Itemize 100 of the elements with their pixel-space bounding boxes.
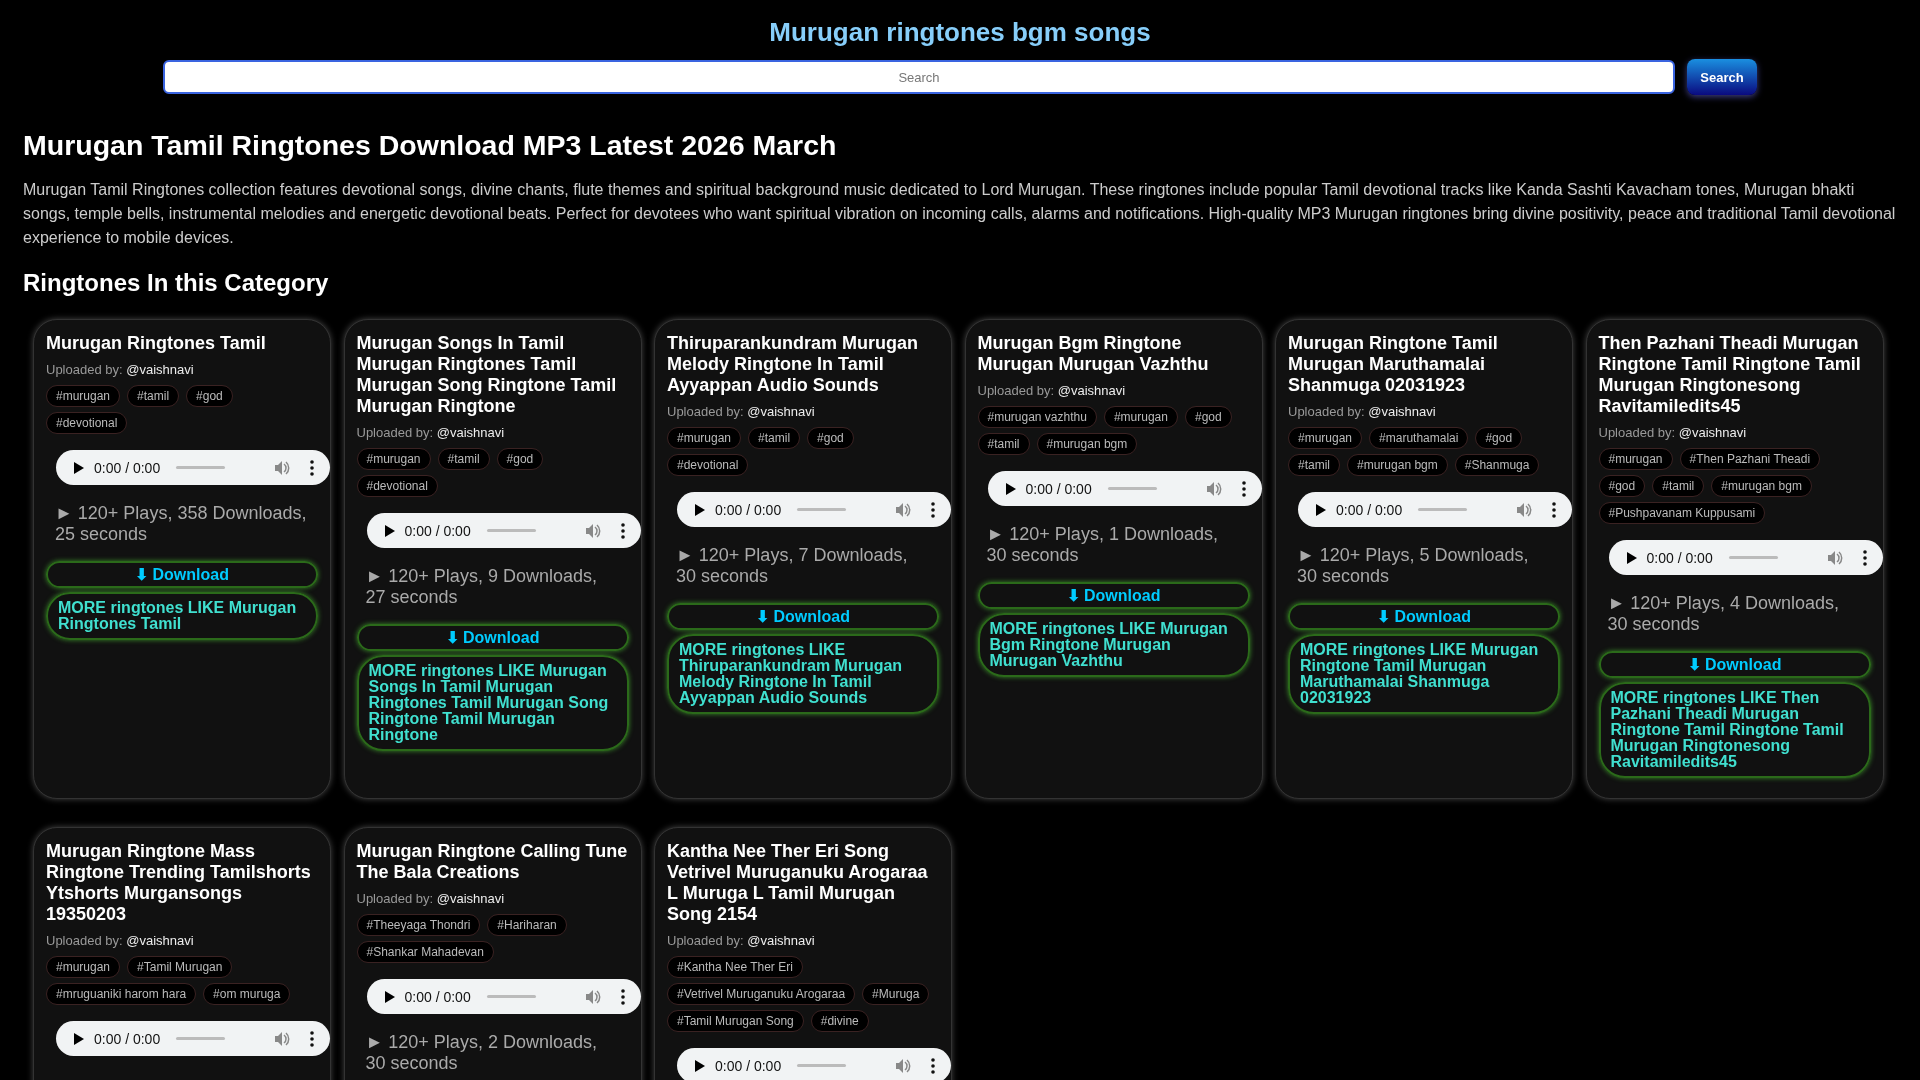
more-ringtones-link[interactable]: MORE ringtones LIKE Murugan Ringtones Tamil [46,592,318,640]
volume-icon[interactable] [895,1057,911,1074]
more-options-icon[interactable] [1241,480,1246,497]
audio-player[interactable]: 0:00 / 0:00 [1298,492,1572,527]
progress-slider[interactable] [176,466,226,469]
tag[interactable]: #Vetrivel Muruganuku Arogaraa [667,983,856,1005]
tag[interactable]: #murugan [356,448,431,470]
progress-slider[interactable] [1418,508,1468,511]
play-icon[interactable] [384,990,395,1003]
tag[interactable]: #devotional [356,475,438,497]
audio-player[interactable]: 0:00 / 0:00 [1608,540,1883,575]
tag[interactable]: #murugan bgm [1036,433,1138,455]
tag[interactable]: #tamil [127,385,180,407]
tag[interactable]: #god [1475,427,1523,449]
tag[interactable]: #Tamil Murugan [127,956,233,978]
download-button[interactable]: ⬇ Download [977,582,1250,609]
download-button[interactable]: ⬇ Download [46,561,318,588]
play-icon[interactable] [384,524,395,537]
audio-player[interactable]: 0:00 / 0:00 [677,1048,951,1080]
tag[interactable]: #devotional [46,412,128,434]
volume-icon[interactable] [1826,549,1843,566]
tag[interactable]: #god [496,448,544,470]
volume-icon[interactable] [584,522,601,539]
more-options-icon[interactable] [931,1057,935,1074]
volume-icon[interactable] [274,1030,290,1047]
more-options-icon[interactable] [310,1030,314,1047]
tag[interactable]: #Then Pazhani Theadi [1679,448,1821,470]
progress-slider[interactable] [797,508,847,511]
tag[interactable]: #maruthamalai [1369,427,1469,449]
tag[interactable]: #god [1184,406,1232,428]
search-button[interactable]: Search [1687,59,1757,95]
volume-icon[interactable] [1516,501,1532,518]
tag[interactable]: #murugan vazhthu [977,406,1097,428]
more-ringtones-link[interactable]: MORE ringtones LIKE Murugan Ringtone Tamil Murugan Maruthamalai Shanmuga 02031923 [1288,634,1560,714]
tag[interactable]: #Shankar Mahadevan [356,941,494,963]
tag[interactable]: #murugan bgm [1711,475,1812,497]
tag[interactable]: #mruguaniki harom hara [46,983,197,1005]
tag[interactable]: #Tamil Murugan Song [667,1010,804,1032]
tag[interactable]: #murugan [46,956,121,978]
tag[interactable]: #tamil [437,448,490,470]
tag[interactable]: #tamil [977,433,1030,455]
play-icon[interactable] [695,1059,705,1072]
volume-icon[interactable] [895,501,911,518]
tag[interactable]: #devotional [667,454,749,476]
tag[interactable]: #tamil [748,427,801,449]
tag[interactable]: #Theeyaga Thondri [356,914,481,936]
audio-player[interactable]: 0:00 / 0:00 [366,979,641,1014]
more-options-icon[interactable] [620,988,625,1005]
play-icon[interactable] [695,503,705,516]
tag[interactable]: #murugan [1598,448,1673,470]
tag[interactable]: #god [1598,475,1646,497]
tag[interactable]: #tamil [1652,475,1705,497]
search-field[interactable]: Search [163,60,1675,94]
progress-slider[interactable] [1107,487,1157,490]
tag[interactable]: #divine [810,1010,869,1032]
more-options-icon[interactable] [1552,501,1556,518]
tag[interactable]: #Muruga [862,983,930,1005]
play-icon[interactable] [74,1032,84,1045]
volume-icon[interactable] [274,459,290,476]
play-icon[interactable] [1316,503,1326,516]
play-icon[interactable] [74,461,84,474]
audio-player[interactable]: 0:00 / 0:00 [366,513,641,548]
tag[interactable]: #god [807,427,854,449]
tag[interactable]: #Kantha Nee Ther Eri [667,956,803,978]
more-options-icon[interactable] [310,459,314,476]
volume-icon[interactable] [1205,480,1222,497]
tag[interactable]: #god [186,385,233,407]
audio-player[interactable]: 0:00 / 0:00 [677,492,951,527]
more-ringtones-link[interactable]: MORE ringtones LIKE Murugan Bgm Ringtone Murugan Murugan Vazhthu [977,613,1250,677]
more-ringtones-link[interactable]: MORE ringtones LIKE Murugan Songs In Tamil Murugan Ringtones Tamil Murugan Song Ringtone Tamil Murugan Ringtone [356,655,629,751]
progress-slider[interactable] [486,529,536,532]
tag[interactable]: #tamil [1288,454,1340,476]
audio-player[interactable]: 0:00 / 0:00 [56,450,330,485]
download-button[interactable]: ⬇ Download [667,603,939,630]
play-icon[interactable] [1005,482,1016,495]
more-options-icon[interactable] [1862,549,1867,566]
audio-player[interactable]: 0:00 / 0:00 [56,1021,330,1056]
more-options-icon[interactable] [931,501,935,518]
play-icon[interactable] [1626,551,1637,564]
volume-icon[interactable] [584,988,601,1005]
audio-player[interactable]: 0:00 / 0:00 [987,471,1262,506]
download-button[interactable]: ⬇ Download [356,624,629,651]
progress-slider[interactable] [486,995,536,998]
tag[interactable]: #murugan bgm [1347,454,1448,476]
more-options-icon[interactable] [620,522,625,539]
download-button[interactable]: ⬇ Download [1598,651,1871,678]
tag[interactable]: #murugan [1288,427,1363,449]
tag[interactable]: #murugan [667,427,742,449]
more-ringtones-link[interactable]: MORE ringtones LIKE Then Pazhani Theadi Murugan Ringtone Tamil Ringtone Tamil Murugan Ringtonesong Ravitamiledits45 [1598,682,1871,778]
progress-slider[interactable] [797,1064,847,1067]
tag[interactable]: #murugan [46,385,121,407]
tag[interactable]: #murugan [1103,406,1178,428]
tag[interactable]: #Pushpavanam Kuppusami [1598,502,1766,524]
progress-slider[interactable] [176,1037,226,1040]
download-button[interactable]: ⬇ Download [1288,603,1560,630]
tag[interactable]: #Hariharan [487,914,567,936]
progress-slider[interactable] [1728,556,1778,559]
tag[interactable]: #Shanmuga [1454,454,1540,476]
more-ringtones-link[interactable]: MORE ringtones LIKE Thiruparankundram Murugan Melody Ringtone In Tamil Ayyappan Audio Sounds [667,634,939,714]
tag[interactable]: #om muruga [203,983,291,1005]
